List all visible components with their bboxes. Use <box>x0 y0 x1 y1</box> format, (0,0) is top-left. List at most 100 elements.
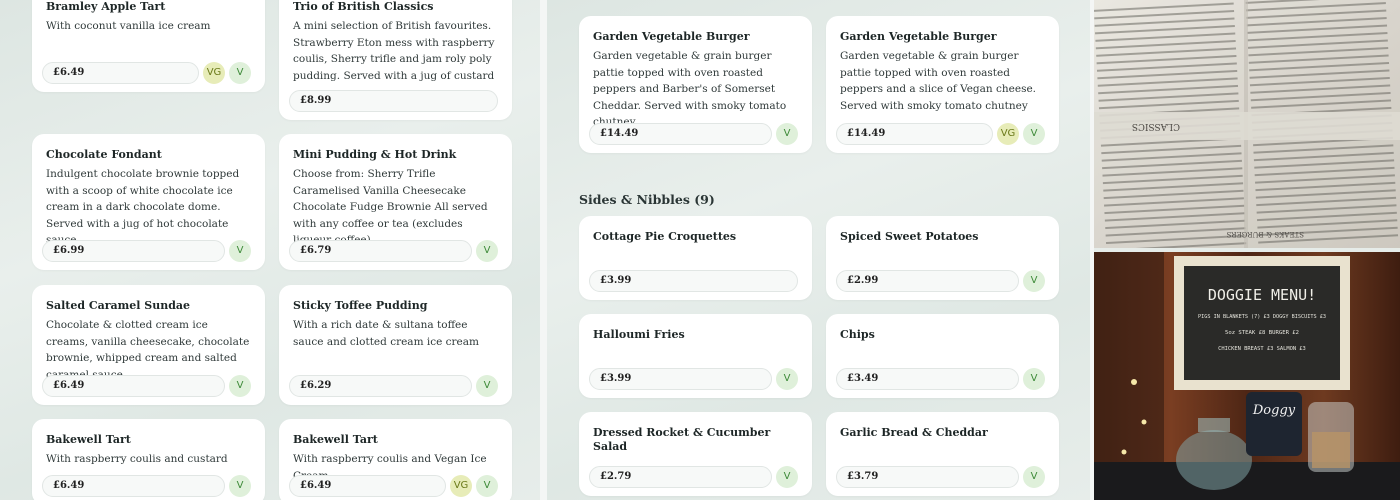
menu-item-footer: £6.29 V <box>289 375 498 397</box>
doggie-menu-line: PIGS IN BLANKETS (7) £3 DOGGY BISCUITS £… <box>1198 314 1326 320</box>
panel-divider <box>540 0 547 500</box>
printed-menu-photo-svg: CLASSICS STEAKS & BURGERS <box>1094 0 1400 248</box>
vegetarian-badge: V <box>1023 270 1045 292</box>
price-field[interactable]: £6.49 <box>289 475 446 497</box>
menu-item-card[interactable]: Cottage Pie Croquettes £3.99 <box>579 216 812 300</box>
menu-item-title: Chips <box>840 328 875 341</box>
menu-item-title: Sticky Toffee Pudding <box>293 299 428 312</box>
doggy-sign <box>1246 392 1302 456</box>
vegetarian-badge: V <box>776 123 798 145</box>
vegetarian-badge: V <box>476 475 498 497</box>
menu-item-card[interactable]: Dressed Rocket & Cucumber Salad £2.79 V <box>579 412 812 496</box>
price-field[interactable]: £6.79 <box>289 240 472 262</box>
menu-item-description: Indulgent chocolate brownie topped with … <box>46 168 240 246</box>
vegetarian-badge: V <box>1023 368 1045 390</box>
burgers-sides-panel: Garden Vegetable Burger Garden vegetable… <box>547 0 1090 500</box>
doggie-menu-heading: DOGGIE MENU! <box>1208 286 1316 304</box>
vegetarian-badge: V <box>229 62 251 84</box>
doggy-sign-label: Doggy <box>1252 403 1296 418</box>
menu-item-card[interactable]: Trio of British Classics A mini selectio… <box>279 0 512 120</box>
menu-item-card[interactable]: Garden Vegetable Burger Garden vegetable… <box>826 16 1059 153</box>
price-field[interactable]: £6.49 <box>42 62 199 84</box>
price-field[interactable]: £6.49 <box>42 375 225 397</box>
vegetarian-badge: V <box>776 466 798 488</box>
menu-item-description: Garden vegetable & grain burger pattie t… <box>840 50 1037 112</box>
menu-item-card[interactable]: Sticky Toffee Pudding With a rich date &… <box>279 285 512 405</box>
menu-item-title: Cottage Pie Croquettes <box>593 230 737 243</box>
menu-item-card[interactable]: Bakewell Tart With raspberry coulis and … <box>32 419 265 500</box>
menu-item-footer: £3.49 V <box>836 368 1045 390</box>
menu-item-title: Bakewell Tart <box>46 433 131 446</box>
menu-item-title: Bakewell Tart <box>293 433 378 446</box>
section-heading-sides: Sides & Nibbles (9) <box>579 192 715 207</box>
menu-item-footer: £2.99 V <box>836 270 1045 292</box>
menu-item-footer: £6.79 V <box>289 240 498 262</box>
doggie-menu-line: CHICKEN BREAST £3 SALMON £3 <box>1218 346 1306 352</box>
doggie-menu-photo-svg: DOGGIE MENU! PIGS IN BLANKETS (7) £3 DOG… <box>1094 252 1400 500</box>
water-dispenser <box>1176 430 1252 490</box>
doggie-menu-line: 5oz STEAK £8 BURGER £2 <box>1225 330 1299 336</box>
vegetarian-badge: V <box>1023 123 1045 145</box>
menu-item-footer: £6.49 V <box>42 375 251 397</box>
vegan-badge: VG <box>450 475 472 497</box>
menu-item-description: Choose from: Sherry Trifle Caramelised V… <box>293 168 488 246</box>
price-field[interactable]: £8.99 <box>289 90 498 112</box>
price-field[interactable]: £14.49 <box>589 123 772 145</box>
menu-item-card[interactable]: Halloumi Fries £3.99 V <box>579 314 812 398</box>
price-field[interactable]: £14.49 <box>836 123 993 145</box>
menu-item-description: Chocolate & clotted cream ice creams, va… <box>46 319 250 381</box>
menu-item-description: Garden vegetable & grain burger pattie t… <box>593 50 787 128</box>
menu-item-description: With coconut vanilla ice cream <box>46 20 211 32</box>
desserts-panel: Bramley Apple Tart With coconut vanilla … <box>0 0 540 500</box>
menu-item-card[interactable]: Bramley Apple Tart With coconut vanilla … <box>32 0 265 92</box>
menu-item-title: Spiced Sweet Potatoes <box>840 230 979 243</box>
menu-item-title: Chocolate Fondant <box>46 148 162 161</box>
menu-item-title: Garden Vegetable Burger <box>593 30 750 43</box>
menu-item-card[interactable]: Garlic Bread & Cheddar £3.79 V <box>826 412 1059 496</box>
menu-item-footer: £14.49 V <box>589 123 798 145</box>
menu-item-title: Garden Vegetable Burger <box>840 30 997 43</box>
menu-item-title: Mini Pudding & Hot Drink <box>293 148 457 161</box>
menu-item-footer: £2.79 V <box>589 466 798 488</box>
menu-item-card[interactable]: Salted Caramel Sundae Chocolate & clotte… <box>32 285 265 405</box>
menu-item-card[interactable]: Spiced Sweet Potatoes £2.99 V <box>826 216 1059 300</box>
vegetarian-badge: V <box>229 475 251 497</box>
menu-item-card[interactable]: Chips £3.49 V <box>826 314 1059 398</box>
menu-item-card[interactable]: Bakewell Tart With raspberry coulis and … <box>279 419 512 500</box>
vegetarian-badge: V <box>476 375 498 397</box>
price-field[interactable]: £3.49 <box>836 368 1019 390</box>
menu-item-card[interactable]: Chocolate Fondant Indulgent chocolate br… <box>32 134 265 270</box>
menu-item-title: Bramley Apple Tart <box>46 0 166 13</box>
menu-item-footer: £3.99 V <box>589 368 798 390</box>
price-field[interactable]: £3.99 <box>589 270 798 292</box>
doggie-menu-photo[interactable]: DOGGIE MENU! PIGS IN BLANKETS (7) £3 DOG… <box>1094 252 1400 500</box>
price-field[interactable]: £3.99 <box>589 368 772 390</box>
price-field[interactable]: £6.99 <box>42 240 225 262</box>
vegetarian-badge: V <box>476 240 498 262</box>
menu-item-footer: £8.99 <box>289 90 498 112</box>
vegetarian-badge: V <box>229 240 251 262</box>
price-field[interactable]: £2.79 <box>589 466 772 488</box>
price-field[interactable]: £2.99 <box>836 270 1019 292</box>
chalkboard <box>1184 266 1340 380</box>
menu-item-card[interactable]: Garden Vegetable Burger Garden vegetable… <box>579 16 812 153</box>
menu-item-title: Halloumi Fries <box>593 328 685 341</box>
menu-item-description: A mini selection of British favourites. … <box>293 20 495 82</box>
vegetarian-badge: V <box>229 375 251 397</box>
vegan-badge: VG <box>203 62 225 84</box>
menu-item-card[interactable]: Mini Pudding & Hot Drink Choose from: Sh… <box>279 134 512 270</box>
menu-item-footer: £6.49 VG V <box>289 475 498 497</box>
price-field[interactable]: £6.29 <box>289 375 472 397</box>
menu-item-footer: £3.99 <box>589 270 798 292</box>
vegan-badge: VG <box>997 123 1019 145</box>
price-field[interactable]: £3.79 <box>836 466 1019 488</box>
menu-item-description: With a rich date & sultana toffee sauce … <box>293 319 479 348</box>
menu-item-title: Trio of British Classics <box>293 0 434 13</box>
price-field[interactable]: £6.49 <box>42 475 225 497</box>
menu-item-footer: £6.49 V <box>42 475 251 497</box>
menu-item-title: Garlic Bread & Cheddar <box>840 426 988 439</box>
menu-item-footer: £6.99 V <box>42 240 251 262</box>
menu-item-description: With raspberry coulis and custard <box>46 453 228 465</box>
printed-menu-photo[interactable]: CLASSICS STEAKS & BURGERS <box>1094 0 1400 248</box>
menu-item-title: Salted Caramel Sundae <box>46 299 191 312</box>
